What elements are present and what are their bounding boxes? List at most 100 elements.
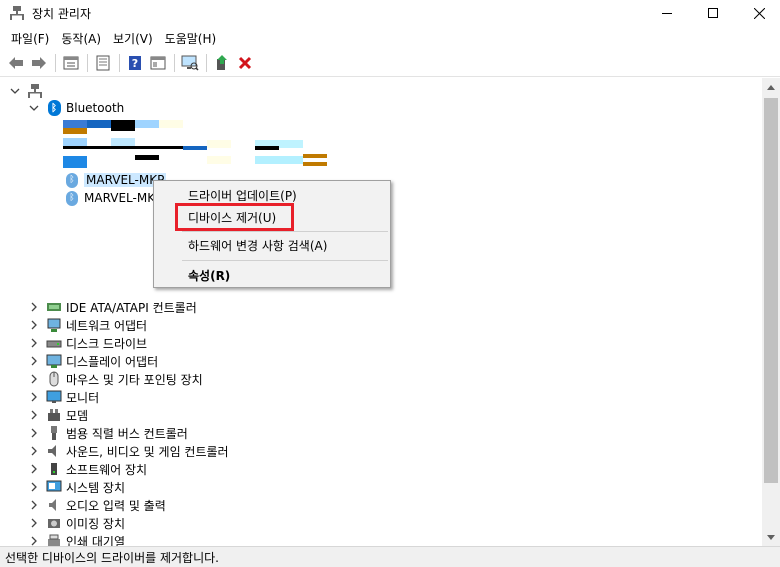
- category-audio-io[interactable]: 오디오 입력 및 출력: [46, 496, 166, 514]
- category-system[interactable]: 시스템 장치: [46, 478, 125, 496]
- svg-text:?: ?: [132, 57, 138, 70]
- scan-hardware-button[interactable]: [179, 52, 201, 74]
- mouse-icon: [49, 371, 59, 387]
- category-monitor[interactable]: 모니터: [46, 388, 99, 406]
- window-title: 장치 관리자: [32, 7, 92, 21]
- scroll-thumb[interactable]: [764, 98, 778, 483]
- menu-help[interactable]: 도움말(H): [159, 28, 223, 49]
- root-expander[interactable]: [10, 86, 20, 96]
- back-button[interactable]: [5, 52, 27, 74]
- forward-button[interactable]: [28, 52, 50, 74]
- update-driver-button[interactable]: [211, 52, 233, 74]
- chevron-right-icon: [31, 446, 37, 456]
- minimize-icon: [662, 12, 672, 14]
- category-expander[interactable]: [29, 500, 39, 510]
- console-view-button[interactable]: [147, 52, 169, 74]
- category-expander[interactable]: [29, 482, 39, 492]
- category-label: 사운드, 비디오 및 게임 컨트롤러: [66, 444, 229, 459]
- category-label: 시스템 장치: [66, 480, 126, 495]
- close-button[interactable]: [736, 0, 780, 26]
- chevron-right-icon: [31, 482, 37, 492]
- category-imaging[interactable]: 이미징 장치: [46, 514, 125, 532]
- category-label: 범용 직렬 버스 컨트롤러: [66, 426, 188, 441]
- uninstall-device-button[interactable]: [234, 52, 256, 74]
- menu-action[interactable]: 동작(A): [55, 28, 107, 49]
- device-tree[interactable]: ᛒ Bluetooth ᛒ MARVEL-MKP ᛒ MARVEL-MKP ID…: [0, 78, 762, 546]
- help-button[interactable]: ?: [124, 52, 146, 74]
- menu-separator: [182, 231, 388, 232]
- forward-arrow-icon: [32, 57, 46, 69]
- computer-root-icon: [28, 84, 42, 98]
- category-expander[interactable]: [29, 446, 39, 456]
- vertical-scrollbar[interactable]: [762, 78, 780, 546]
- modem-icon: [48, 409, 60, 421]
- chevron-right-icon: [31, 410, 37, 420]
- bluetooth-device-icon: ᛒ: [64, 190, 80, 206]
- printer-icon: [48, 534, 60, 546]
- category-expander[interactable]: [29, 338, 39, 348]
- category-expander[interactable]: [29, 374, 39, 384]
- tree-root[interactable]: [27, 82, 47, 100]
- ide-controller-icon: [47, 303, 61, 311]
- list-view-button[interactable]: [92, 52, 114, 74]
- properties-view-button[interactable]: [60, 52, 82, 74]
- category-disk[interactable]: 디스크 드라이브: [46, 334, 147, 352]
- category-software[interactable]: 소프트웨어 장치: [46, 460, 147, 478]
- maximize-button[interactable]: [690, 0, 736, 26]
- arrow-up-icon: [767, 84, 775, 90]
- network-adapter-icon: [47, 318, 61, 332]
- chevron-right-icon: [31, 356, 37, 366]
- category-label: 이미징 장치: [66, 516, 126, 531]
- category-expander[interactable]: [29, 518, 39, 528]
- toolbar: ?: [0, 50, 780, 77]
- chevron-right-icon: [31, 392, 37, 402]
- category-network[interactable]: 네트워크 어댑터: [46, 316, 147, 334]
- menu-bar: 파일(F) 동작(A) 보기(V) 도움말(H): [0, 27, 780, 49]
- category-label: 인쇄 대기열: [66, 534, 126, 547]
- category-expander[interactable]: [29, 428, 39, 438]
- category-modem[interactable]: 모뎀: [46, 406, 88, 424]
- audio-io-icon: [49, 499, 56, 511]
- properties-view-icon: [63, 56, 79, 70]
- category-expander[interactable]: [29, 410, 39, 420]
- toolbar-separator: [87, 54, 88, 72]
- category-label: 모니터: [66, 390, 100, 405]
- minimize-button[interactable]: [644, 0, 690, 26]
- device-marvel-mkp-2[interactable]: ᛒ MARVEL-MKP: [64, 189, 162, 207]
- category-usb[interactable]: 범용 직렬 버스 컨트롤러: [46, 424, 188, 442]
- close-icon: [753, 7, 765, 19]
- category-expander[interactable]: [29, 464, 39, 474]
- category-ide[interactable]: IDE ATA/ATAPI 컨트롤러: [46, 298, 197, 316]
- bluetooth-icon: ᛒ: [46, 100, 62, 116]
- bluetooth-device-icon: ᛒ: [64, 172, 80, 188]
- chevron-right-icon: [31, 518, 37, 528]
- category-label: 네트워크 어댑터: [66, 318, 148, 333]
- category-expander[interactable]: [29, 536, 39, 546]
- scroll-down-button[interactable]: [762, 528, 780, 546]
- category-expander[interactable]: [29, 302, 39, 312]
- system-device-icon: [46, 480, 62, 492]
- category-expander[interactable]: [29, 392, 39, 402]
- category-display[interactable]: 디스플레이 어댑터: [46, 352, 158, 370]
- menu-item-properties[interactable]: 속성(R): [154, 264, 390, 286]
- device-manager-icon: [10, 6, 24, 20]
- category-label: 디스플레이 어댑터: [66, 354, 159, 369]
- scroll-up-button[interactable]: [762, 78, 780, 96]
- chevron-right-icon: [31, 536, 37, 546]
- category-sound[interactable]: 사운드, 비디오 및 게임 컨트롤러: [46, 442, 229, 460]
- category-bluetooth[interactable]: ᛒ Bluetooth: [46, 99, 124, 117]
- menu-view[interactable]: 보기(V): [107, 28, 159, 49]
- menu-file[interactable]: 파일(F): [5, 28, 55, 49]
- menu-item-scan-hardware[interactable]: 하드웨어 변경 사항 검색(A): [154, 234, 390, 256]
- bluetooth-expander[interactable]: [29, 103, 39, 113]
- category-expander[interactable]: [29, 320, 39, 330]
- chevron-down-icon: [29, 105, 39, 111]
- device-marvel-mkp-1[interactable]: ᛒ MARVEL-MKP: [64, 171, 167, 189]
- toolbar-separator: [55, 54, 56, 72]
- category-bluetooth-label: Bluetooth: [66, 101, 125, 115]
- category-print-queue[interactable]: 인쇄 대기열: [46, 532, 125, 546]
- chevron-right-icon: [31, 338, 37, 348]
- device-label: MARVEL-MKP: [84, 191, 163, 205]
- category-mouse[interactable]: 마우스 및 기타 포인팅 장치: [46, 370, 203, 388]
- category-expander[interactable]: [29, 356, 39, 366]
